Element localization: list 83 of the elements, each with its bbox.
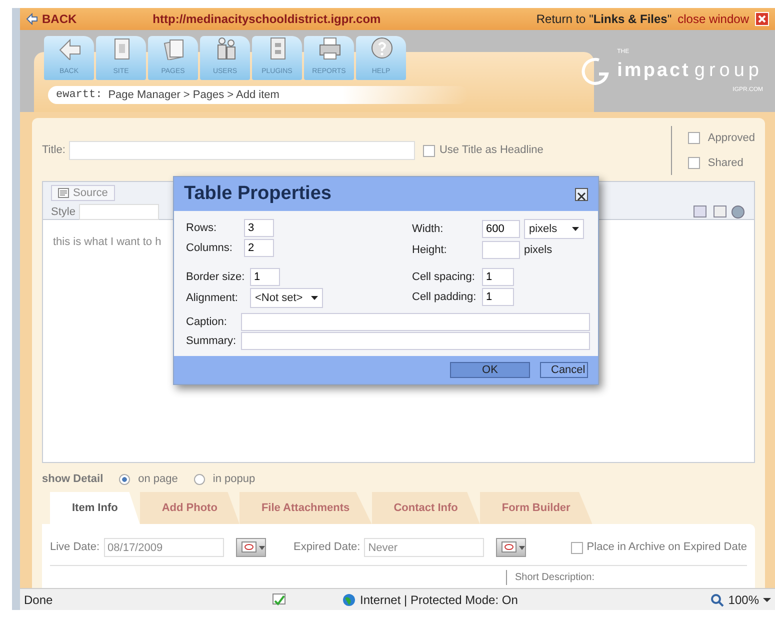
- alignment-label: Alignment:: [186, 290, 239, 306]
- checkbox-label: Shared: [708, 156, 744, 170]
- back-arrow-icon: [26, 13, 38, 25]
- ok-button[interactable]: OK: [450, 362, 530, 378]
- page-check-icon[interactable]: [272, 593, 286, 606]
- back-arrow-icon: [58, 36, 82, 60]
- unit-label: pixels: [524, 242, 552, 258]
- height-field[interactable]: [482, 241, 520, 259]
- caption-field[interactable]: [241, 313, 590, 331]
- status-text: Done: [24, 592, 54, 608]
- globe-icon: [342, 592, 356, 606]
- checkbox[interactable]: [570, 542, 583, 554]
- toolbar-icons-drawing[interactable]: [692, 204, 746, 220]
- unit-dropdown[interactable]: pixels: [524, 219, 584, 239]
- style-dropdown[interactable]: [79, 204, 160, 220]
- calendar-button[interactable]: [496, 538, 526, 557]
- height-label: Height:: [412, 242, 448, 258]
- page-url: http://medinacityschooldistrict.igpr.com: [152, 11, 381, 28]
- checkbox[interactable]: [688, 132, 700, 144]
- zoom-level[interactable]: 100%: [728, 590, 759, 608]
- caret-icon: [572, 227, 579, 231]
- radio-button[interactable]: [119, 474, 130, 485]
- editor-text: this is what I want to h: [53, 235, 162, 250]
- alignment-dropdown[interactable]: <Not set>: [250, 288, 323, 308]
- caption-label: Caption:: [186, 314, 228, 330]
- cancel-button[interactable]: Cancel: [540, 362, 588, 378]
- zoom-icon: [710, 592, 724, 606]
- border-size-field[interactable]: 1: [250, 268, 280, 286]
- dialog-title: Table Properties: [184, 182, 332, 206]
- close-icon: [576, 191, 587, 202]
- border-size-label: Border size:: [186, 270, 246, 285]
- logo-word: impact: [617, 59, 690, 83]
- source-button[interactable]: Source: [51, 185, 115, 201]
- breadcrumb-path: Page Manager > Pages > Add item: [108, 88, 280, 103]
- columns-field[interactable]: 2: [244, 239, 274, 257]
- radio-button[interactable]: [194, 474, 205, 485]
- cell-spacing-label: Cell spacing:: [412, 270, 476, 285]
- return-text: Return to "Links & Files": [536, 11, 672, 28]
- title-field[interactable]: [69, 141, 416, 160]
- expired-date-field[interactable]: Never: [364, 538, 484, 557]
- style-label: Style: [51, 205, 76, 220]
- zone-text: Internet | Protected Mode: On: [360, 592, 518, 608]
- live-date-field[interactable]: 08/17/2009: [104, 538, 224, 557]
- tab[interactable]: File Attachments: [239, 492, 372, 524]
- checkbox[interactable]: [688, 156, 700, 169]
- expired-date-label: Expired Date:: [294, 540, 360, 556]
- close-window-link[interactable]: close window: [678, 10, 749, 28]
- checkbox[interactable]: [423, 144, 436, 156]
- document-icon: [58, 188, 69, 198]
- username: ewartt:: [56, 88, 102, 103]
- rows-field[interactable]: 3: [244, 219, 274, 237]
- checkbox-label: Use Title as Headline: [439, 143, 544, 158]
- rows-label: Rows:: [186, 220, 218, 236]
- width-label: Width:: [412, 222, 444, 237]
- back-link[interactable]: BACK: [26, 10, 77, 28]
- tab[interactable]: Contact Info: [372, 492, 480, 524]
- summary-label: Summary:: [186, 334, 238, 349]
- tab[interactable]: Form Builder: [480, 492, 592, 524]
- show-detail-label: show Detail: [42, 472, 104, 487]
- help-icon: [370, 36, 394, 60]
- calendar-button[interactable]: [236, 538, 266, 557]
- logo-word: group: [694, 59, 763, 83]
- close-icon[interactable]: [755, 12, 769, 26]
- caret-icon: [310, 296, 318, 300]
- live-date-label: Live Date:: [50, 540, 100, 556]
- checkbox-label: Place in Archive on Expired Date: [586, 540, 747, 556]
- radio-label: in popup: [212, 472, 256, 487]
- columns-label: Columns:: [186, 240, 234, 256]
- cell-spacing-field[interactable]: 1: [482, 268, 514, 286]
- checkbox-label: Approved: [708, 131, 755, 146]
- tab[interactable]: Item Info: [50, 492, 140, 524]
- caret-icon[interactable]: [763, 598, 771, 602]
- printer-icon: [318, 36, 342, 60]
- radio-label: on page: [138, 472, 178, 487]
- title-label: Title:: [42, 143, 66, 158]
- cell-padding-field[interactable]: 1: [482, 288, 514, 306]
- cell-padding-label: Cell padding:: [412, 290, 478, 305]
- logo-icon: [581, 56, 612, 86]
- width-field[interactable]: 600: [482, 220, 520, 238]
- close-button[interactable]: [575, 188, 588, 200]
- short-description-label: Short Description:: [506, 570, 594, 585]
- tab[interactable]: Add Photo: [140, 492, 240, 524]
- summary-field[interactable]: [241, 332, 590, 350]
